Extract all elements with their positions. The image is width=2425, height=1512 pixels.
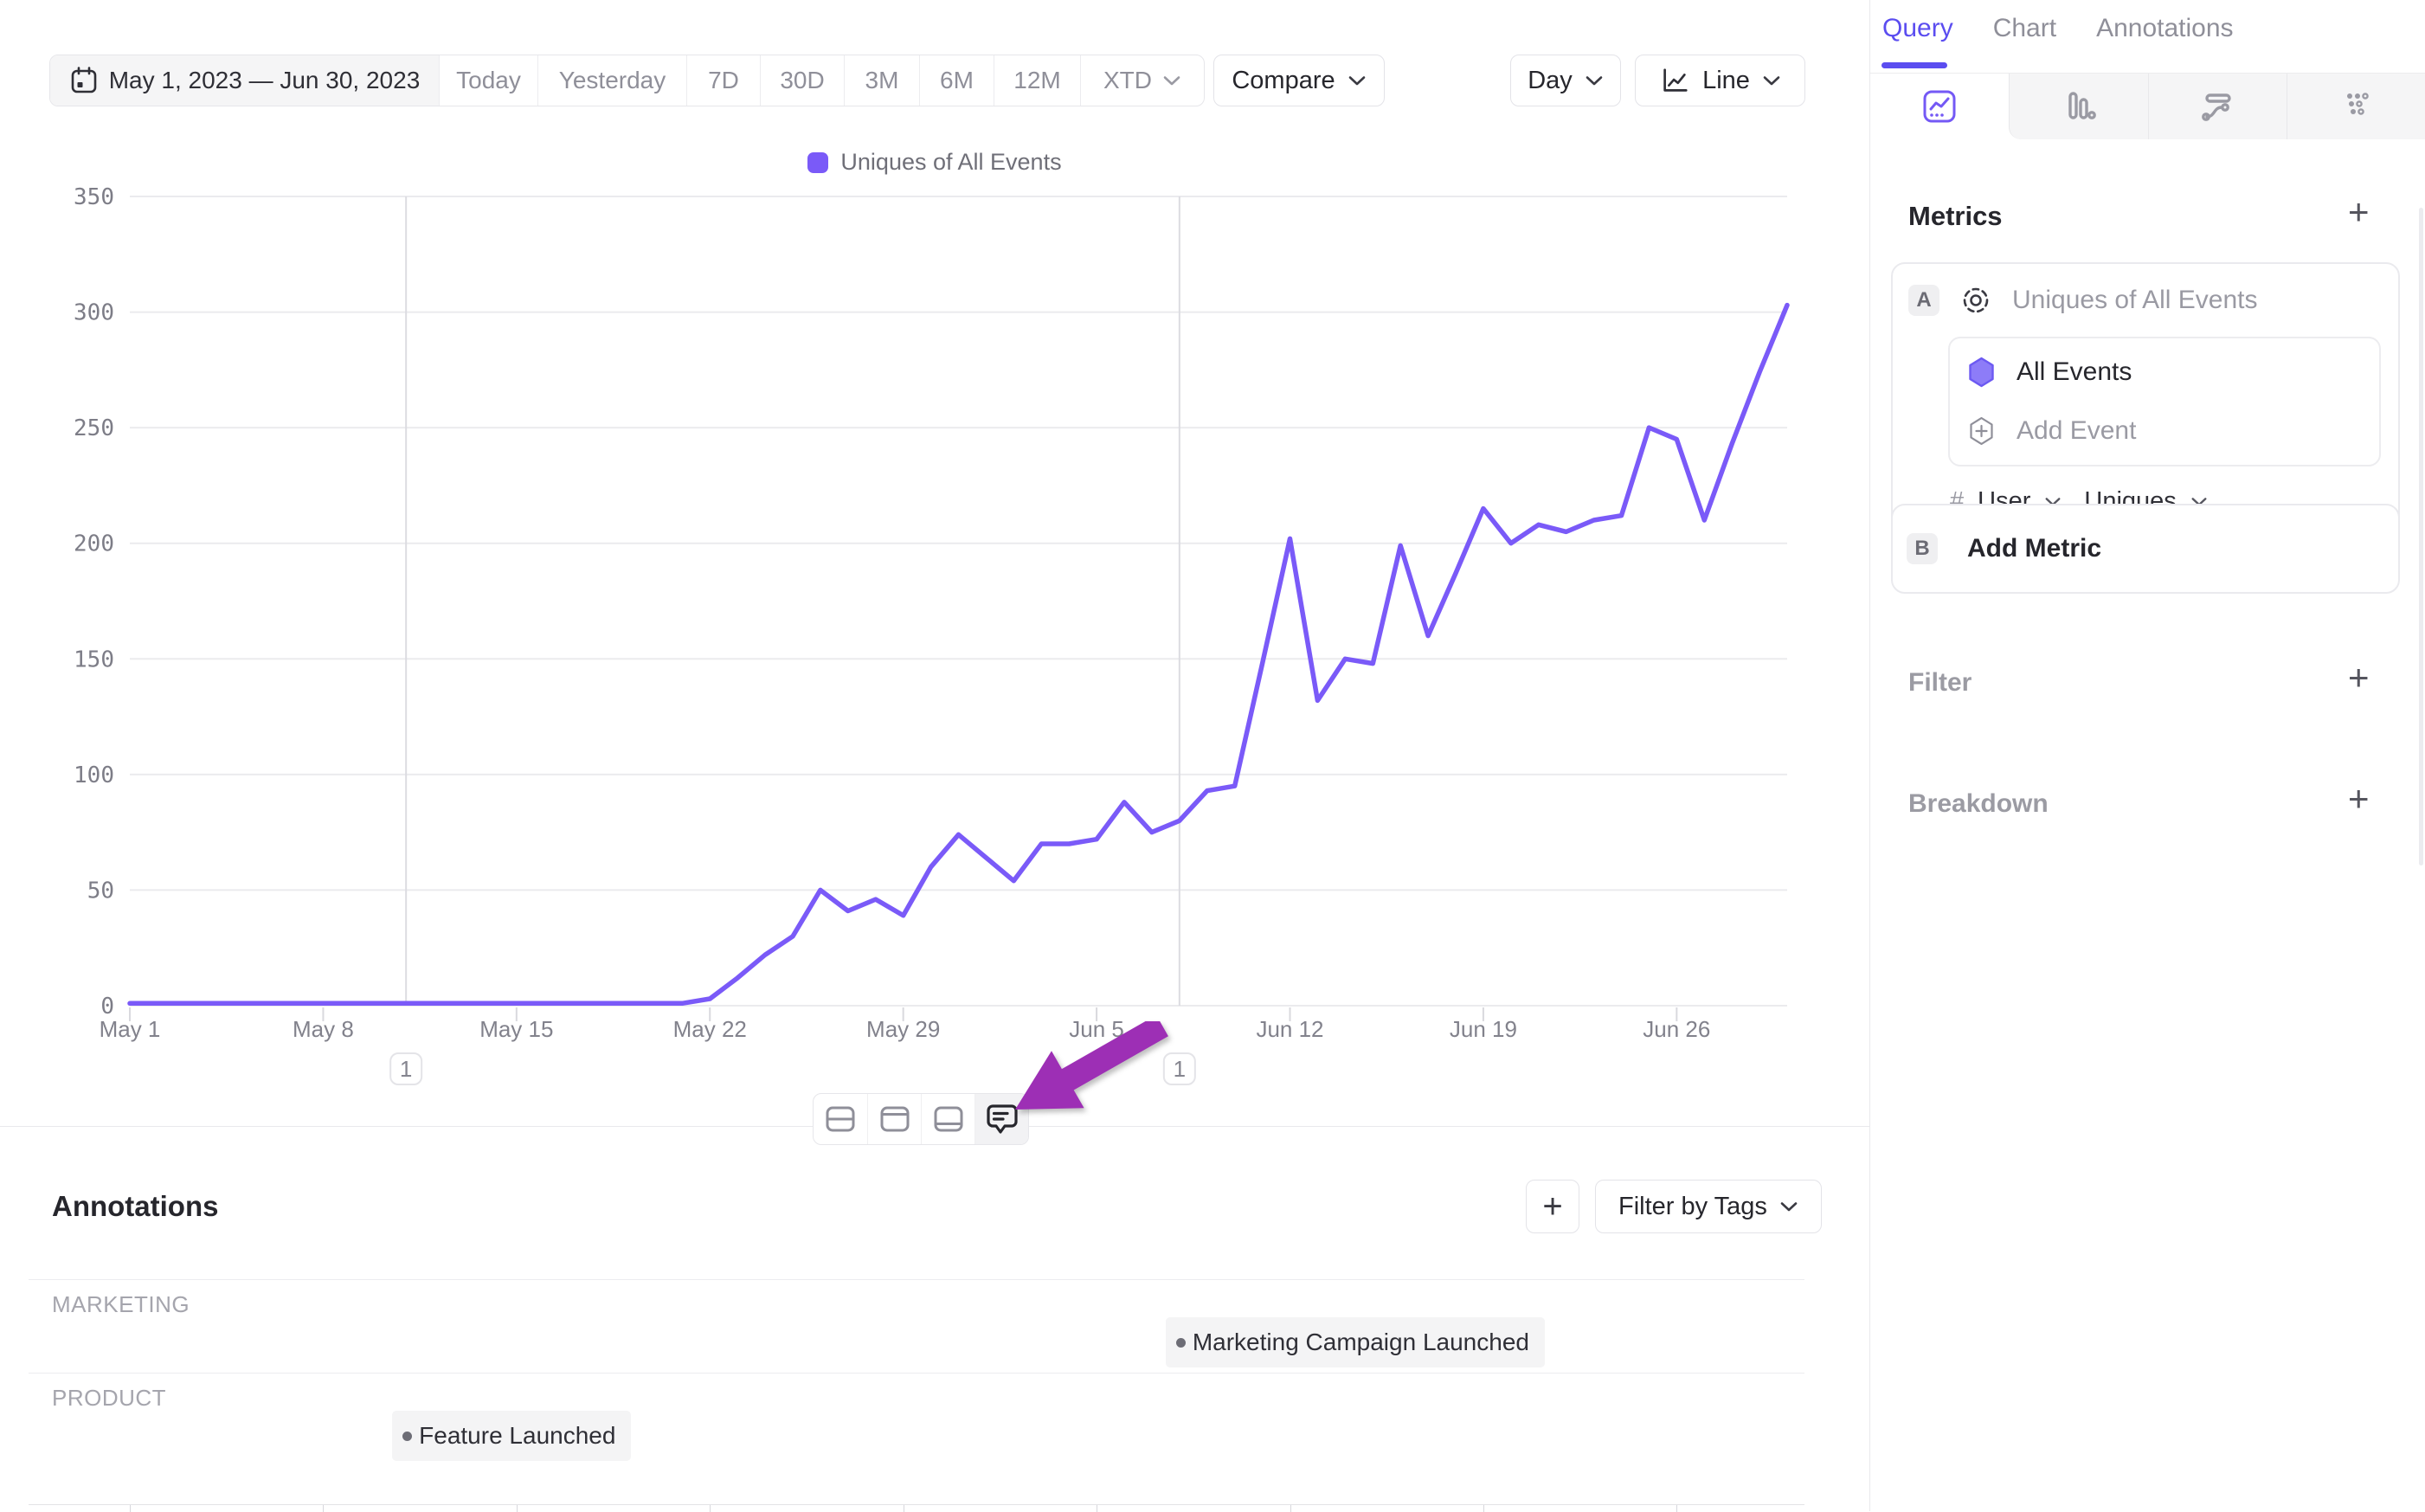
svg-text:May 22: May 22 (673, 1016, 747, 1042)
preset-xtd-dropdown[interactable]: XTD (1081, 55, 1204, 106)
line-chart-icon (1659, 65, 1690, 96)
annotations-timeline-ruler (29, 1504, 1804, 1505)
preset-6m[interactable]: 6M (920, 55, 994, 106)
report-type-bar-button[interactable] (2009, 74, 2148, 139)
annotations-divider (29, 1373, 1804, 1374)
active-tab-indicator (1881, 62, 1947, 68)
add-metric-label: Add Metric (1967, 534, 2101, 563)
report-type-flow-button[interactable] (2148, 74, 2287, 139)
chevron-down-icon (1585, 75, 1604, 87)
svg-text:Jun 19: Jun 19 (1450, 1016, 1517, 1042)
sidebar-scrollbar[interactable] (2419, 208, 2423, 865)
metric-a-badge: A (1908, 285, 1939, 316)
axis-annotation-badge[interactable]: 1 (390, 1053, 421, 1084)
report-type-insights-button[interactable] (1870, 74, 2009, 139)
svg-text:350: 350 (74, 184, 114, 210)
tab-query[interactable]: Query (1882, 14, 1953, 43)
add-event-button[interactable]: Add Event (1965, 415, 2364, 447)
annotation-dot (402, 1432, 412, 1441)
layout-panel-bottom-button[interactable] (921, 1094, 975, 1144)
layout-split-horizontal-button[interactable] (814, 1094, 867, 1144)
svg-text:200: 200 (74, 531, 114, 557)
add-filter-button[interactable]: + (2348, 659, 2370, 696)
annotation-group-product: PRODUCT (52, 1385, 166, 1412)
filter-by-tags-dropdown[interactable]: Filter by Tags (1595, 1180, 1822, 1233)
flow-icon (2197, 86, 2238, 127)
metric-a-name[interactable]: Uniques of All Events (2012, 286, 2258, 315)
query-sidebar: Query Chart Annotations Metrics + (1869, 0, 2425, 1511)
filter-section-label: Filter (1908, 668, 1972, 698)
preset-today[interactable]: Today (440, 55, 538, 106)
svg-text:May 15: May 15 (479, 1016, 553, 1042)
add-breakdown-button[interactable]: + (2348, 781, 2370, 817)
event-hexagon-icon (1965, 356, 1997, 389)
preset-3m[interactable]: 3M (845, 55, 920, 106)
svg-text:May 29: May 29 (866, 1016, 940, 1042)
add-annotation-button[interactable]: + (1526, 1180, 1579, 1233)
chevron-down-icon (1762, 75, 1781, 87)
metric-b-badge: B (1907, 533, 1938, 564)
add-metric-card[interactable]: B Add Metric (1891, 504, 2400, 594)
tab-annotations[interactable]: Annotations (2096, 14, 2233, 43)
dot-grid-icon (2336, 86, 2377, 127)
preset-yesterday[interactable]: Yesterday (538, 55, 687, 106)
annotation-chip-marketing[interactable]: Marketing Campaign Launched (1166, 1317, 1545, 1367)
date-range-control: May 1, 2023 — Jun 30, 2023 Today Yesterd… (49, 55, 1205, 106)
svg-text:1: 1 (400, 1056, 412, 1082)
main-area: May 1, 2023 — Jun 30, 2023 Today Yesterd… (0, 0, 1869, 1511)
compare-button[interactable]: Compare (1213, 55, 1385, 106)
svg-text:150: 150 (74, 647, 114, 672)
date-range-button[interactable]: May 1, 2023 — Jun 30, 2023 (50, 55, 440, 106)
metric-a-card: A Uniques of All Events All Events Add E… (1891, 262, 2400, 538)
report-type-row (1870, 73, 2425, 139)
preset-7d[interactable]: 7D (687, 55, 761, 106)
date-range-label: May 1, 2023 — Jun 30, 2023 (109, 67, 421, 94)
metrics-header: Metrics (1908, 201, 2003, 232)
annotations-panel-title: Annotations (52, 1190, 218, 1223)
svg-text:250: 250 (74, 415, 114, 441)
report-type-retention-button[interactable] (2287, 74, 2425, 139)
line-chart: 050100150200250300350May 1May 8May 15May… (0, 130, 1869, 1099)
calendar-icon (69, 66, 99, 95)
svg-text:50: 50 (87, 878, 114, 904)
svg-text:May 8: May 8 (293, 1016, 354, 1042)
pointer-arrow (976, 1021, 1180, 1123)
insights-line-icon (1919, 86, 1960, 127)
annotations-divider (29, 1279, 1804, 1280)
annotation-chip-product[interactable]: Feature Launched (392, 1411, 631, 1461)
add-metric-plus-button[interactable]: + (2348, 194, 2370, 230)
layout-panel-top-button[interactable] (867, 1094, 921, 1144)
svg-text:100: 100 (74, 762, 114, 788)
svg-text:May 1: May 1 (100, 1016, 161, 1042)
svg-text:300: 300 (74, 300, 114, 326)
granularity-dropdown[interactable]: Day (1510, 55, 1621, 106)
add-event-hexagon-icon (1965, 415, 1997, 447)
bar-chart-icon (2058, 86, 2100, 127)
preset-30d[interactable]: 30D (761, 55, 845, 106)
chevron-down-icon (1348, 75, 1367, 87)
annotation-group-marketing: MARKETING (52, 1291, 190, 1318)
svg-text:Jun 26: Jun 26 (1643, 1016, 1710, 1042)
svg-text:Jun 12: Jun 12 (1256, 1016, 1323, 1042)
preset-12m[interactable]: 12M (994, 55, 1081, 106)
metric-a-events: All Events Add Event (1948, 337, 2381, 466)
sidebar-tabs: Query Chart Annotations (1882, 14, 2234, 43)
chevron-down-icon (1162, 75, 1181, 87)
tab-chart[interactable]: Chart (1993, 14, 2056, 43)
event-all-events[interactable]: All Events (1965, 356, 2364, 389)
chart-type-dropdown[interactable]: Line (1635, 55, 1805, 106)
annotation-dot (1176, 1338, 1186, 1348)
breakdown-section-label: Breakdown (1908, 789, 2049, 819)
metric-settings-icon[interactable] (1959, 283, 1993, 318)
chevron-down-icon (1779, 1201, 1798, 1213)
